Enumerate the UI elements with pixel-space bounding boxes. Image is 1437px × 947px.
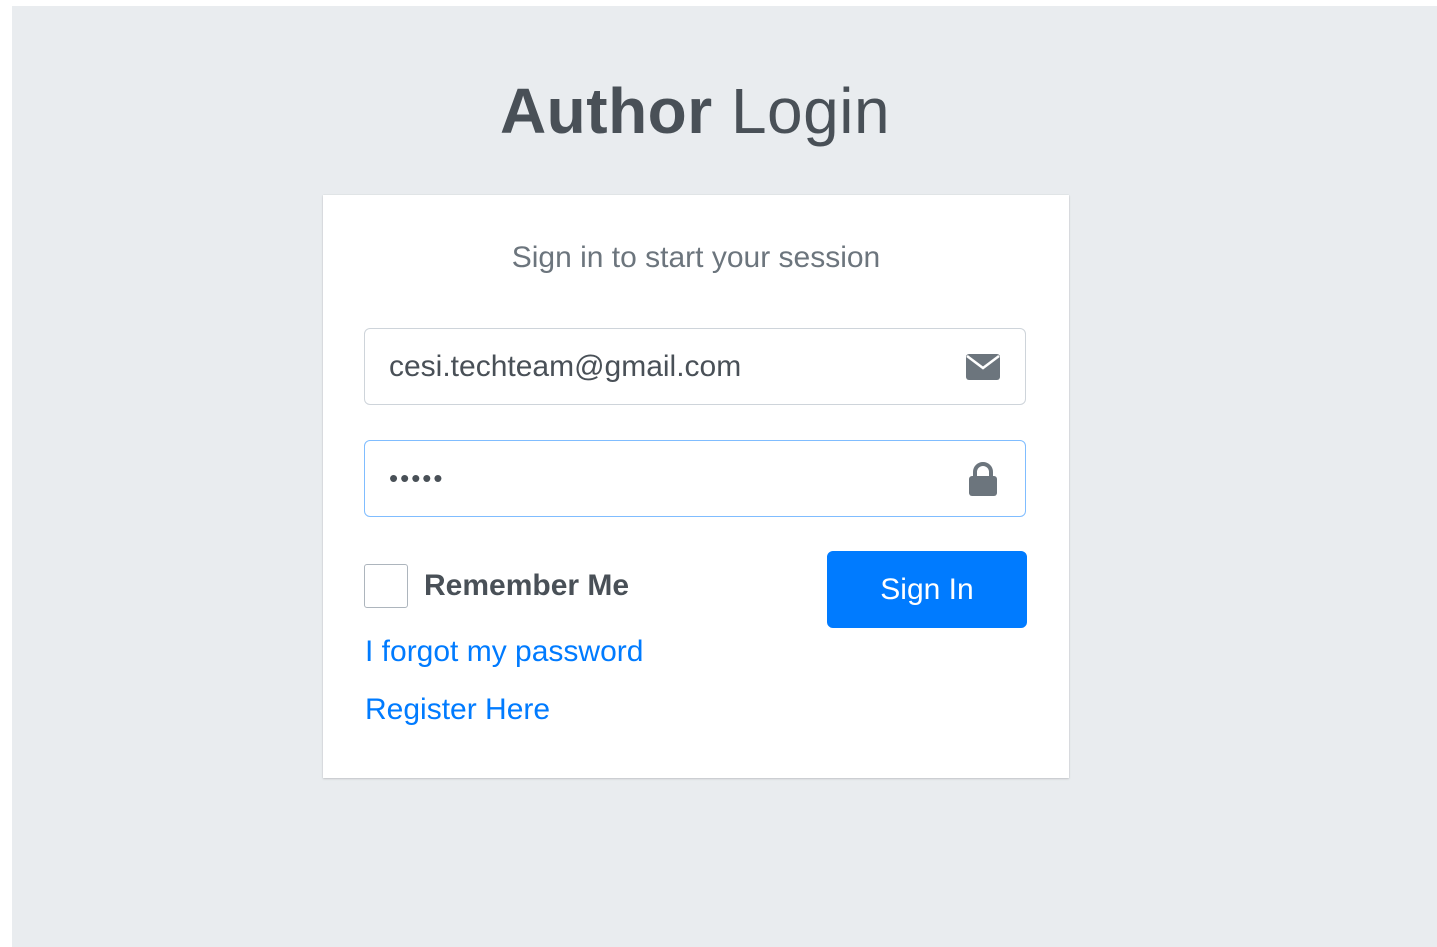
login-card: Sign in to start your session Remember M… <box>323 195 1069 778</box>
register-link[interactable]: Register Here <box>365 693 550 727</box>
page-title-light: Login <box>730 75 891 147</box>
password-input[interactable] <box>389 441 949 516</box>
remember-me-label[interactable]: Remember Me <box>424 569 629 603</box>
sign-in-button[interactable]: Sign In <box>827 551 1027 628</box>
password-input-group <box>364 440 1026 517</box>
email-input[interactable] <box>389 329 949 404</box>
page-title-bold: Author <box>499 75 713 147</box>
envelope-icon <box>963 329 1003 404</box>
page-title: Author Login <box>0 74 1390 148</box>
lock-icon <box>963 441 1003 516</box>
remember-me-checkbox[interactable] <box>364 564 408 608</box>
email-input-group <box>364 328 1026 405</box>
forgot-password-link[interactable]: I forgot my password <box>365 635 643 669</box>
remember-me-row: Remember Me <box>364 563 629 609</box>
login-box-message: Sign in to start your session <box>511 241 881 274</box>
